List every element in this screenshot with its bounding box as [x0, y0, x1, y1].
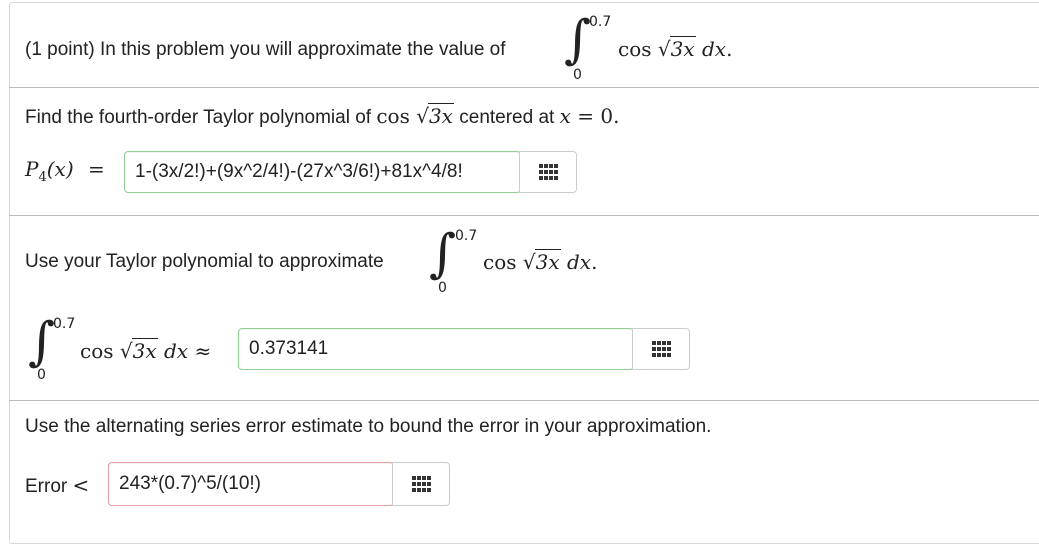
variable: x — [559, 104, 571, 128]
less-than: < — [72, 473, 90, 497]
divider — [9, 400, 1039, 401]
period: . — [726, 37, 733, 61]
differential: dx — [164, 339, 189, 363]
part2-text: Use your Taylor polynomial to approximat… — [25, 251, 384, 272]
integral-integrand: cos √3x dx. — [618, 36, 732, 61]
sqrt: √3x — [416, 103, 454, 128]
equation-editor-grid-icon — [538, 164, 558, 180]
integral-integrand: cos √3x dx ≈ — [80, 338, 211, 363]
equals: = — [577, 104, 595, 128]
part1-text-before: Find the fourth-order Taylor polynomial … — [25, 107, 372, 128]
p-argument: (x) — [46, 157, 74, 181]
part3-text: Use the alternating series error estimat… — [25, 416, 712, 437]
equation-editor-grid-icon — [651, 341, 671, 357]
taylor-polynomial-input[interactable]: 1-(3x/2!)+(9x^2/4!)-(27x^3/6!)+81x^4/8! — [124, 151, 521, 193]
equation-editor-button[interactable] — [519, 151, 577, 193]
error-word: Error — [25, 476, 68, 497]
sqrt: √3x — [522, 249, 561, 274]
divider — [9, 215, 1039, 216]
part1-prompt: Find the fourth-order Taylor polynomial … — [25, 103, 619, 129]
integral-upper: 0.7 — [53, 316, 76, 332]
p-subscript: 4 — [38, 170, 47, 185]
divider — [9, 87, 1039, 88]
integral-lower: 0 — [37, 367, 46, 383]
approximation-input[interactable]: 0.373141 — [238, 328, 634, 370]
integral-upper: 0.7 — [589, 14, 612, 30]
intro-text: (1 point) In this problem you will appro… — [25, 39, 506, 60]
approx-symbol: ≈ — [194, 339, 212, 363]
radicand: 3x — [131, 338, 158, 363]
cos-function: cos — [618, 37, 652, 61]
sqrt: √3x — [119, 338, 158, 363]
center-value: 0. — [600, 104, 620, 128]
integral-upper: 0.7 — [455, 228, 478, 244]
integral-lower: 0 — [438, 280, 447, 296]
p4-label: P4(x) = — [25, 157, 105, 185]
radicand: 3x — [534, 249, 561, 274]
integral-integrand: cos √3x dx. — [483, 249, 597, 274]
radicand: 3x — [669, 36, 696, 61]
period: . — [591, 250, 598, 274]
integral-sign: ∫ — [564, 10, 592, 70]
error-bound-input[interactable]: 243*(0.7)^5/(10!) — [108, 462, 394, 506]
cos-function: cos — [376, 104, 410, 128]
sqrt: √3x — [657, 36, 696, 61]
radicand: 3x — [427, 103, 454, 128]
equation-editor-button[interactable] — [632, 328, 690, 370]
equals: = — [88, 157, 105, 181]
differential: dx — [567, 250, 592, 274]
part1-text-after: centered at — [459, 107, 555, 128]
p-symbol: P — [25, 157, 39, 181]
part1-center: x = 0. — [560, 104, 620, 128]
error-label: Error < — [25, 473, 89, 498]
integral-sign: ∫ — [28, 312, 56, 372]
differential: dx — [702, 37, 727, 61]
cos-function: cos — [483, 250, 517, 274]
equation-editor-button[interactable] — [392, 462, 450, 506]
cos-function: cos — [80, 339, 114, 363]
integral-lower: 0 — [573, 67, 582, 83]
integral-sign: ∫ — [429, 224, 457, 284]
part1-fn: cos √3x — [376, 103, 454, 128]
equation-editor-grid-icon — [411, 476, 431, 492]
